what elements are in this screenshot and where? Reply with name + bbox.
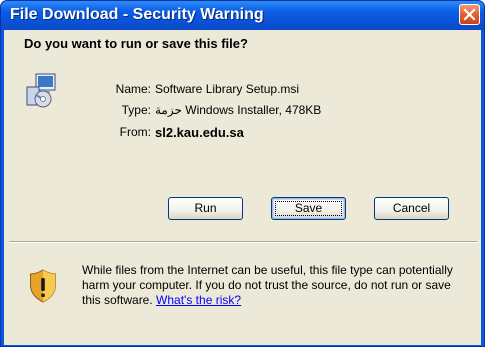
from-value: sl2.kau.edu.sa [155,125,244,140]
close-button[interactable] [459,4,480,25]
save-button[interactable]: Save [271,197,346,220]
title-bar[interactable]: File Download - Security Warning [1,1,484,30]
download-dialog-window: File Download - Security Warning Do you … [0,0,485,347]
separator-line [9,241,477,243]
dialog-body: Do you want to run or save this file? Na… [4,30,481,345]
close-icon [463,8,476,21]
name-value: Software Library Setup.msi [155,82,300,96]
type-value: حزمة Windows Installer, 478KB [155,103,322,117]
run-button-label: Run [194,201,217,215]
run-button[interactable]: Run [168,197,243,220]
window-title: File Download - Security Warning [10,6,264,23]
security-shield-icon [30,269,56,303]
type-label: Type: [121,103,151,117]
cancel-button-label: Cancel [392,201,431,215]
warning-text: While files from the Internet can be use… [82,263,453,307]
focus-rectangle [275,201,342,216]
from-label: From: [119,125,151,139]
whats-the-risk-link[interactable]: What's the risk? [156,293,241,307]
name-label: Name: [115,82,151,96]
cancel-button[interactable]: Cancel [374,197,449,220]
question-heading: Do you want to run or save this file? [24,36,248,51]
warning-message: While files from the Internet can be use… [82,263,472,308]
msi-installer-icon [26,73,56,108]
